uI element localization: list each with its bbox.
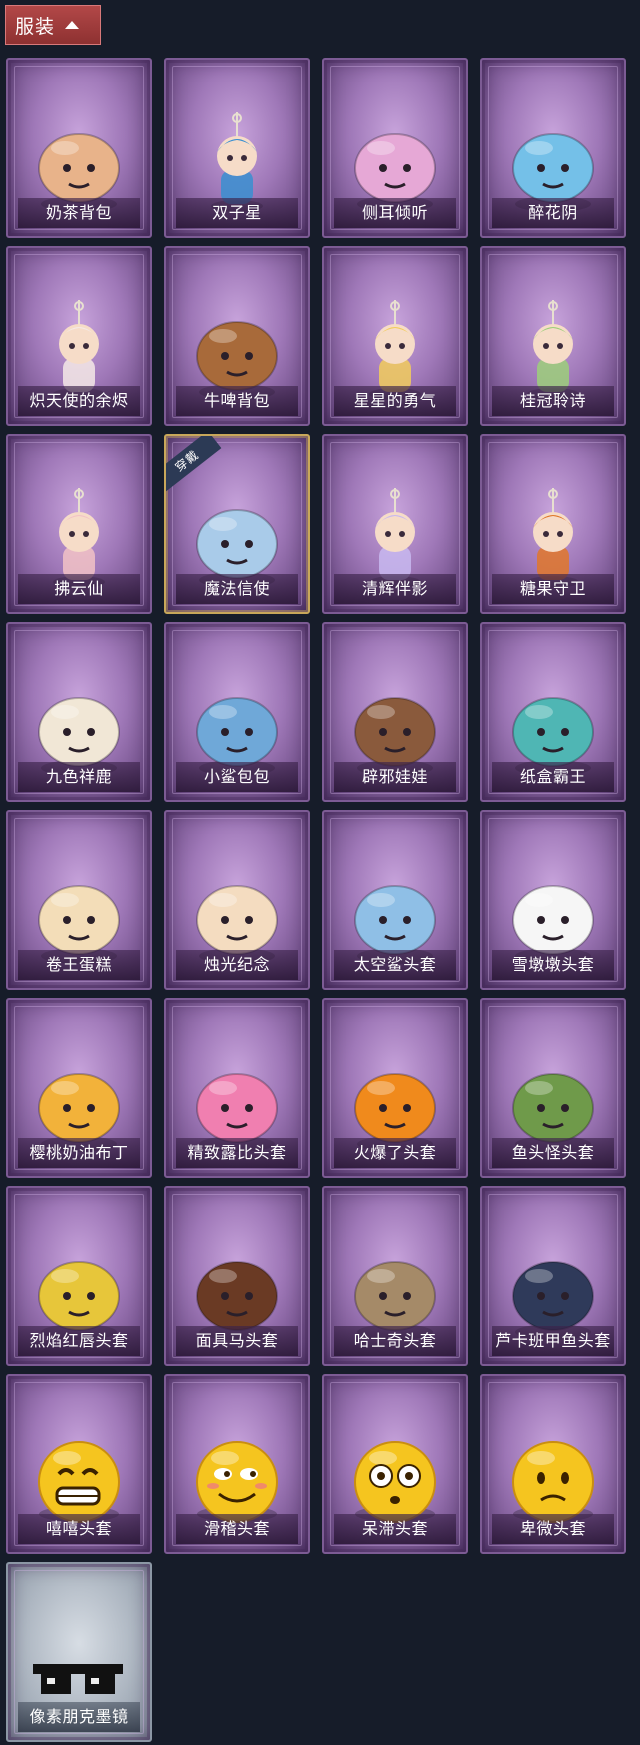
outfit-label: 雪墩墩头套: [492, 950, 614, 980]
outfit-label: 奶茶背包: [18, 198, 140, 228]
outfit-card[interactable]: 樱桃奶油布丁: [6, 998, 152, 1178]
outfit-card[interactable]: 穿戴魔法信使: [164, 434, 310, 614]
outfit-label: 九色祥鹿: [18, 762, 140, 792]
outfit-card[interactable]: 醉花阴: [480, 58, 626, 238]
outfit-label: 烈焰红唇头套: [18, 1326, 140, 1356]
outfit-card[interactable]: 桂冠聆诗: [480, 246, 626, 426]
outfit-card[interactable]: 拂云仙: [6, 434, 152, 614]
outfit-card[interactable]: 呆滞头套: [322, 1374, 468, 1554]
outfit-card[interactable]: 辟邪娃娃: [322, 622, 468, 802]
outfit-card[interactable]: 卑微头套: [480, 1374, 626, 1554]
outfit-card[interactable]: 嘻嘻头套: [6, 1374, 152, 1554]
outfit-label: 纸盒霸王: [492, 762, 614, 792]
chevron-up-icon: [65, 21, 80, 29]
outfit-card[interactable]: 精致露比头套: [164, 998, 310, 1178]
outfit-label: 拂云仙: [18, 574, 140, 604]
outfit-label: 火爆了头套: [334, 1138, 456, 1168]
outfit-label: 小鲨包包: [176, 762, 298, 792]
outfit-card[interactable]: 像素朋克墨镜: [6, 1562, 152, 1742]
outfit-card[interactable]: 九色祥鹿: [6, 622, 152, 802]
outfit-label: 呆滞头套: [334, 1514, 456, 1544]
outfit-label: 卷王蛋糕: [18, 950, 140, 980]
outfit-card[interactable]: 雪墩墩头套: [480, 810, 626, 990]
outfit-label: 烛光纪念: [176, 950, 298, 980]
category-title: 服装: [15, 15, 56, 38]
outfit-card[interactable]: 炽天使的余烬: [6, 246, 152, 426]
outfit-card[interactable]: 糖果守卫: [480, 434, 626, 614]
outfit-label: 嘻嘻头套: [18, 1514, 140, 1544]
outfit-card[interactable]: 纸盒霸王: [480, 622, 626, 802]
outfit-label: 侧耳倾听: [334, 198, 456, 228]
outfit-card[interactable]: 小鲨包包: [164, 622, 310, 802]
outfit-label: 樱桃奶油布丁: [18, 1138, 140, 1168]
outfit-label: 醉花阴: [492, 198, 614, 228]
equipped-badge: 穿戴: [166, 436, 222, 492]
outfit-card[interactable]: 哈士奇头套: [322, 1186, 468, 1366]
outfit-card[interactable]: 芦卡班甲鱼头套: [480, 1186, 626, 1366]
outfit-label: 精致露比头套: [176, 1138, 298, 1168]
outfit-card[interactable]: 太空鲨头套: [322, 810, 468, 990]
outfit-label: 哈士奇头套: [334, 1326, 456, 1356]
outfit-card[interactable]: 滑稽头套: [164, 1374, 310, 1554]
outfit-grid: 奶茶背包 双子星 侧耳倾听 醉花阴 炽天使的余烬 牛啤背包 星星的勇气 桂冠聆诗…: [6, 58, 626, 1742]
outfit-card[interactable]: 双子星: [164, 58, 310, 238]
outfit-card[interactable]: 侧耳倾听: [322, 58, 468, 238]
outfit-label: 双子星: [176, 198, 298, 228]
outfit-card[interactable]: 奶茶背包: [6, 58, 152, 238]
outfit-label: 炽天使的余烬: [18, 386, 140, 416]
outfit-label: 芦卡班甲鱼头套: [492, 1326, 614, 1356]
outfit-label: 魔法信使: [176, 574, 298, 604]
outfit-label: 太空鲨头套: [334, 950, 456, 980]
outfit-card[interactable]: 牛啤背包: [164, 246, 310, 426]
outfit-label: 像素朋克墨镜: [18, 1702, 140, 1732]
outfit-card[interactable]: 卷王蛋糕: [6, 810, 152, 990]
outfit-card[interactable]: 鱼头怪头套: [480, 998, 626, 1178]
outfit-label: 桂冠聆诗: [492, 386, 614, 416]
outfit-card[interactable]: 火爆了头套: [322, 998, 468, 1178]
outfit-label: 滑稽头套: [176, 1514, 298, 1544]
category-dropdown-button[interactable]: 服装: [5, 5, 101, 45]
outfit-card[interactable]: 面具马头套: [164, 1186, 310, 1366]
outfit-card[interactable]: 清辉伴影: [322, 434, 468, 614]
outfit-label: 糖果守卫: [492, 574, 614, 604]
outfit-label: 鱼头怪头套: [492, 1138, 614, 1168]
outfit-card[interactable]: 烈焰红唇头套: [6, 1186, 152, 1366]
outfit-label: 清辉伴影: [334, 574, 456, 604]
outfit-card[interactable]: 星星的勇气: [322, 246, 468, 426]
outfit-label: 卑微头套: [492, 1514, 614, 1544]
outfit-label: 星星的勇气: [334, 386, 456, 416]
outfit-label: 辟邪娃娃: [334, 762, 456, 792]
outfit-card[interactable]: 烛光纪念: [164, 810, 310, 990]
outfit-label: 面具马头套: [176, 1326, 298, 1356]
outfit-label: 牛啤背包: [176, 386, 298, 416]
